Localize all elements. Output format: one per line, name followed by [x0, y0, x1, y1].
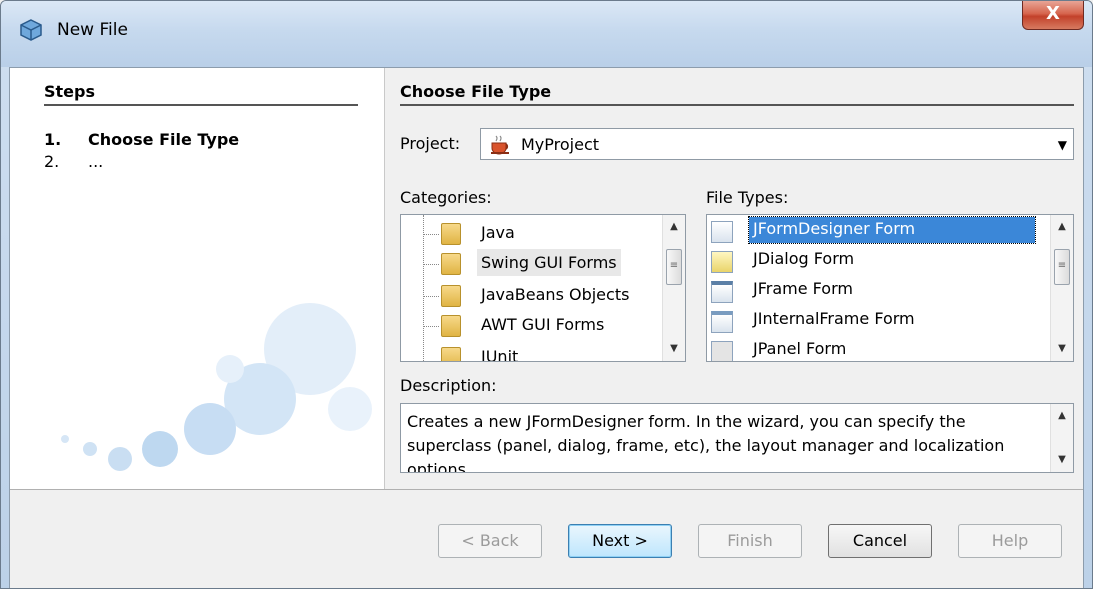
tree-connector: [423, 264, 439, 265]
tree-connector: [423, 234, 439, 235]
folder-icon: [441, 285, 461, 307]
step-2: 2....: [44, 152, 103, 171]
scroll-thumb[interactable]: ≡: [1054, 249, 1070, 285]
scroll-up-icon[interactable]: ▲: [1051, 217, 1073, 237]
category-item-swing-gui-forms[interactable]: Swing GUI Forms: [401, 249, 663, 279]
category-label: Swing GUI Forms: [477, 249, 621, 276]
internal-frame-icon: [711, 311, 733, 333]
scroll-down-icon[interactable]: ▼: [663, 339, 685, 359]
file-type-label: JDialog Form: [753, 249, 855, 268]
java-cup-icon: [491, 135, 509, 155]
file-type-item-jframe-form[interactable]: JFrame Form: [707, 277, 1051, 307]
project-value: MyProject: [521, 135, 600, 154]
file-types-list[interactable]: JFormDesigner Form JDialog Form JFrame F…: [706, 214, 1074, 362]
step-number: 2.: [44, 152, 60, 171]
title-bar[interactable]: New File X: [1, 1, 1092, 67]
category-item-javabeans-objects[interactable]: JavaBeans Objects: [401, 281, 663, 311]
scroll-thumb[interactable]: ≡: [666, 249, 682, 285]
frame-icon: [711, 281, 733, 303]
help-button[interactable]: Help: [958, 524, 1062, 558]
main-title: Choose File Type: [400, 82, 552, 101]
step-number: 1.: [44, 130, 62, 149]
dialog-icon: [711, 251, 733, 273]
project-label: Project:: [400, 134, 461, 153]
cancel-button[interactable]: Cancel: [828, 524, 932, 558]
file-type-label: JInternalFrame Form: [753, 309, 915, 328]
scroll-up-icon[interactable]: ▲: [663, 217, 685, 237]
back-button[interactable]: < Back: [438, 524, 542, 558]
file-types-scrollbar[interactable]: ▲ ≡ ▼: [1050, 215, 1073, 361]
steps-title: Steps: [44, 82, 95, 101]
footer-divider: [10, 489, 1083, 490]
folder-icon: [441, 347, 461, 361]
chevron-down-icon[interactable]: ▼: [1058, 138, 1067, 152]
folder-icon: [441, 223, 461, 245]
folder-icon: [441, 315, 461, 337]
description-label: Description:: [400, 376, 497, 395]
scroll-down-icon[interactable]: ▼: [1051, 450, 1073, 470]
category-label: JUnit: [481, 347, 519, 362]
close-button[interactable]: X: [1022, 1, 1084, 30]
steps-pane: Steps 1. Choose File Type 2....: [10, 68, 385, 489]
step-1: 1. Choose File Type: [44, 130, 239, 149]
tree-connector: [423, 296, 439, 297]
netbeans-cube-icon: [20, 19, 42, 41]
description-text: Creates a new JFormDesigner form. In the…: [407, 412, 1005, 473]
file-type-label: JFormDesigner Form: [748, 216, 1036, 244]
finish-button[interactable]: Finish: [698, 524, 802, 558]
step-label: ...: [88, 152, 104, 171]
main-divider: [400, 104, 1074, 106]
folder-icon: [441, 253, 461, 275]
category-item-junit[interactable]: JUnit: [401, 343, 663, 362]
panel-icon: [711, 341, 733, 361]
file-type-item-jformdesigner-form[interactable]: JFormDesigner Form: [707, 216, 1051, 247]
file-type-label: JFrame Form: [753, 279, 853, 298]
category-label: JavaBeans Objects: [481, 285, 630, 304]
scroll-down-icon[interactable]: ▼: [1051, 339, 1073, 359]
category-item-awt-gui-forms[interactable]: AWT GUI Forms: [401, 311, 663, 341]
category-label: AWT GUI Forms: [481, 315, 605, 334]
tree-connector: [423, 326, 439, 327]
project-select[interactable]: MyProject ▼: [480, 128, 1074, 160]
file-type-item-jinternalframe-form[interactable]: JInternalFrame Form: [707, 307, 1051, 337]
description-scrollbar[interactable]: ▲ ▼: [1050, 404, 1073, 472]
bubbles-decoration: [61, 303, 372, 471]
category-label: Java: [481, 223, 515, 242]
dialog-client: Steps 1. Choose File Type 2.... Choose Fi…: [9, 67, 1084, 588]
file-type-item-jdialog-form[interactable]: JDialog Form: [707, 247, 1051, 277]
step-label: Choose File Type: [88, 130, 240, 149]
file-types-label: File Types:: [706, 188, 789, 207]
categories-label: Categories:: [400, 188, 492, 207]
steps-divider: [44, 104, 358, 106]
categories-scrollbar[interactable]: ▲ ≡ ▼: [662, 215, 685, 361]
new-file-dialog: New File X Steps 1. Choose File Type 2...…: [0, 0, 1093, 589]
next-button[interactable]: Next >: [568, 524, 672, 558]
categories-list[interactable]: Java Swing GUI Forms JavaBeans Objects A…: [400, 214, 686, 362]
form-icon: [711, 221, 733, 243]
category-item-java[interactable]: Java: [401, 219, 663, 249]
scroll-up-icon[interactable]: ▲: [1051, 406, 1073, 426]
file-type-item-jpanel-form[interactable]: JPanel Form: [707, 337, 1051, 361]
window-title: New File: [57, 20, 128, 40]
file-type-label: JPanel Form: [753, 339, 847, 358]
description-box[interactable]: Creates a new JFormDesigner form. In the…: [400, 403, 1074, 473]
